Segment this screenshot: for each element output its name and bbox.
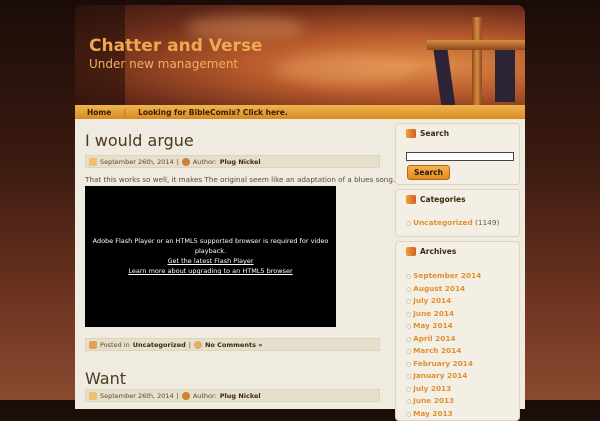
comments-link[interactable]: No Comments » [205,341,262,349]
category-link[interactable]: Uncategorized [413,218,473,227]
archive-link[interactable]: January 2014 [413,371,467,380]
drape-decoration [495,47,515,102]
archive-link[interactable]: February 2014 [413,359,473,368]
search-input[interactable] [406,152,514,161]
html5-link[interactable]: Learn more about upgrading to an HTML5 b… [91,266,330,276]
calendar-icon [89,157,97,166]
post-title[interactable]: I would argue [85,131,194,150]
archive-item: January 2014 [406,370,481,383]
archive-item: July 2014 [406,295,481,308]
folder-icon [89,340,97,349]
posted-in-label: Posted in [100,340,130,349]
main-nav: Home | Looking for BibleComix? Click her… [75,105,525,119]
content-area: I would argue September 26th, 2014 | Auth… [75,119,525,421]
author-label: Author: [192,157,217,166]
drape-decoration [432,45,456,105]
comments-icon [193,340,202,349]
author-label: Author: [192,391,217,400]
archive-item: July 2013 [406,383,481,396]
archive-item: April 2014 [406,333,481,346]
archive-item: August 2014 [406,283,481,296]
archive-link[interactable]: May 2014 [413,321,453,330]
archive-item: May 2013 [406,408,481,421]
widget-title: Categories [420,195,466,204]
post-meta: September 26th, 2014 | Author: Plug Nicke… [85,155,380,168]
archive-item: June 2013 [406,395,481,408]
header-banner: Chatter and Verse Under new management [75,5,525,105]
search-button[interactable]: Search [407,165,450,180]
nav-biblecomix[interactable]: Looking for BibleComix? Click here. [126,108,300,117]
post-date: September 26th, 2014 [100,391,174,400]
category-count: (1149) [475,218,500,227]
cross-icon [472,17,482,105]
site-tagline: Under new management [89,57,239,71]
widget-icon [406,195,416,204]
post-title[interactable]: Want [85,369,126,388]
author-link[interactable]: Plug Nickel [220,392,261,400]
categories-widget: Categories Uncategorized (1149) [395,189,520,237]
archive-link[interactable]: June 2013 [413,396,454,405]
widget-icon [406,247,416,256]
archive-item: June 2014 [406,308,481,321]
widget-title: Search [420,129,450,138]
post-date: September 26th, 2014 [100,157,174,166]
author-icon [181,157,190,166]
categories-list: Uncategorized (1149) [406,217,499,230]
archives-widget: Archives September 2014 August 2014 July 2… [395,241,520,421]
video-player[interactable]: Adobe Flash Player or an HTML5 supported… [85,186,336,327]
flash-link[interactable]: Get the latest Flash Player [91,256,330,266]
post-meta: September 26th, 2014 | Author: Plug Nicke… [85,389,380,402]
category-item: Uncategorized (1149) [406,217,499,230]
archive-link[interactable]: June 2014 [413,309,454,318]
site-title[interactable]: Chatter and Verse [89,36,263,56]
calendar-icon [89,391,97,400]
separator: | [188,340,191,349]
separator: | [176,391,179,400]
search-widget: Search Search [395,123,520,185]
page: Chatter and Verse Under new management H… [75,5,525,421]
archive-link[interactable]: April 2014 [413,334,455,343]
archive-link[interactable]: August 2014 [413,284,465,293]
archives-list: September 2014 August 2014 July 2014 June 2… [406,270,481,420]
author-link[interactable]: Plug Nickel [220,158,261,166]
post-excerpt: That this works so well, it makes The or… [85,175,396,184]
widget-title: Archives [420,247,457,256]
archive-link[interactable]: March 2014 [413,346,461,355]
author-icon [181,391,190,400]
widget-icon [406,129,416,138]
cloud-decoration [275,55,415,85]
archive-link[interactable]: July 2014 [413,296,451,305]
archive-item: May 2014 [406,320,481,333]
separator: | [176,157,179,166]
nav-home[interactable]: Home [75,108,123,117]
archive-link[interactable]: July 2013 [413,384,451,393]
post-footer: Posted in Uncategorized | No Comments » [85,338,380,351]
cross-bar [427,40,525,50]
archive-link[interactable]: September 2014 [413,271,481,280]
archive-item: September 2014 [406,270,481,283]
archive-link[interactable]: May 2013 [413,409,453,418]
flash-message: Adobe Flash Player or an HTML5 supported… [92,237,329,255]
archive-item: March 2014 [406,345,481,358]
category-link[interactable]: Uncategorized [133,341,186,349]
archive-item: February 2014 [406,358,481,371]
